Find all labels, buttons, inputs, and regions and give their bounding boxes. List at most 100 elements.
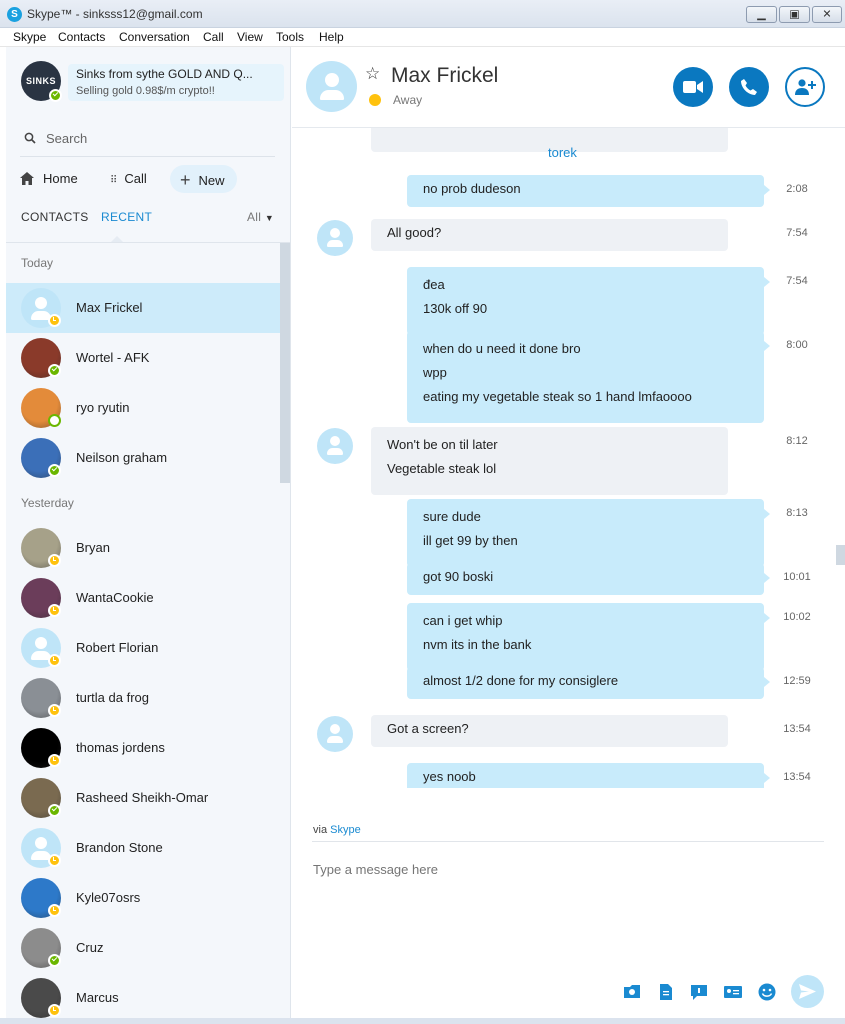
profile-mood: Selling gold 0.98$/m crypto!! xyxy=(76,85,215,97)
message-text: when do u need it done bro xyxy=(423,341,581,356)
minimize-button[interactable]: ▁ xyxy=(746,6,777,23)
contact-row[interactable]: ryo ryutin xyxy=(6,383,280,433)
contact-name: Bryan xyxy=(76,540,110,555)
contact-row[interactable]: Rasheed Sheikh-Omar xyxy=(6,773,280,823)
message-timestamp: 8:12 xyxy=(786,435,808,447)
window-bottom-border xyxy=(0,1018,845,1024)
plus-icon: + xyxy=(180,170,191,190)
message-bubble[interactable]: can i get whip nvm its in the bank xyxy=(407,603,770,671)
message-timestamp: 13:54 xyxy=(783,723,811,735)
menu-contacts[interactable]: Contacts xyxy=(58,30,105,44)
profile-status-online-icon xyxy=(49,89,62,102)
contact-row[interactable]: Cruz xyxy=(6,923,280,973)
message-bubble[interactable]: đea 130k off 90 xyxy=(407,267,770,335)
maximize-icon: ▣ xyxy=(789,8,800,20)
sender-avatar[interactable] xyxy=(317,220,353,256)
message-timestamp: 12:59 xyxy=(783,675,811,687)
close-button[interactable]: ✕ xyxy=(812,6,842,23)
contact-name[interactable]: Max Frickel xyxy=(391,64,498,88)
send-contact-icon[interactable] xyxy=(723,982,743,1002)
home-button[interactable]: Home xyxy=(20,165,78,193)
menu-help[interactable]: Help xyxy=(319,30,344,44)
tabs-divider xyxy=(6,242,290,243)
contact-row[interactable]: Max Frickel xyxy=(6,283,280,333)
audio-call-button[interactable] xyxy=(729,67,769,107)
contact-avatar[interactable] xyxy=(306,61,357,112)
section-yesterday: Yesterday xyxy=(21,496,74,510)
status-away-icon xyxy=(48,314,61,327)
contact-name: Kyle07osrs xyxy=(76,890,141,905)
menu-view[interactable]: View xyxy=(237,30,263,44)
dialpad-icon: ⠿ xyxy=(110,175,117,186)
video-message-icon[interactable] xyxy=(689,982,709,1002)
message-bubble[interactable]: no prob dudeson xyxy=(407,175,770,207)
tab-recent[interactable]: RECENT xyxy=(101,210,152,224)
sidebar-scrollbar[interactable] xyxy=(280,243,290,483)
status-away-icon xyxy=(48,654,61,667)
contact-row[interactable]: thomas jordens xyxy=(6,723,280,773)
via-skype-link[interactable]: Skype xyxy=(330,824,361,836)
sender-avatar[interactable] xyxy=(317,428,353,464)
close-icon: ✕ xyxy=(822,8,832,20)
contact-row[interactable]: WantaCookie xyxy=(6,573,280,623)
call-button[interactable]: ⠿ Call xyxy=(110,165,147,193)
away-status-icon xyxy=(369,94,381,106)
message-timestamp: 2:08 xyxy=(786,183,808,195)
emoticon-icon[interactable] xyxy=(757,982,777,1002)
video-call-button[interactable] xyxy=(673,67,713,107)
contact-name: Neilson graham xyxy=(76,450,168,465)
message-bubble[interactable]: sure dude ill get 99 by then xyxy=(407,499,770,567)
message-text: almost 1/2 done for my consiglere xyxy=(423,673,619,688)
send-file-icon[interactable] xyxy=(656,982,676,1002)
search-box[interactable]: Search xyxy=(20,125,275,157)
message-bubble[interactable]: yes noob xyxy=(407,763,770,788)
contact-name: Rasheed Sheikh-Omar xyxy=(76,790,209,805)
maximize-button[interactable]: ▣ xyxy=(779,6,810,23)
contact-row[interactable]: Bryan xyxy=(6,523,280,573)
message-input[interactable] xyxy=(313,860,793,878)
message-bubble[interactable]: got 90 boski xyxy=(407,563,770,595)
sender-avatar[interactable] xyxy=(317,716,353,752)
contact-name: Max Frickel xyxy=(76,300,143,315)
menu-call[interactable]: Call xyxy=(203,30,224,44)
add-people-button[interactable] xyxy=(785,67,825,107)
message-text: Vegetable steak lol xyxy=(387,461,497,476)
message-text: yes noob xyxy=(423,769,476,784)
message-bubble[interactable]: almost 1/2 done for my consiglere xyxy=(407,667,770,699)
profile-name: Sinks from sythe GOLD AND Q... xyxy=(76,67,253,81)
minimize-icon: ▁ xyxy=(757,8,766,20)
menu-conversation[interactable]: Conversation xyxy=(119,30,190,44)
contact-row[interactable]: Brandon Stone xyxy=(6,823,280,873)
message-bubble[interactable]: when do u need it done bro wpp eating my v… xyxy=(407,331,770,423)
favorite-star-icon[interactable]: ☆ xyxy=(365,64,380,84)
message-bubble[interactable]: Got a screen? xyxy=(371,715,728,747)
contact-row[interactable]: Robert Florian xyxy=(6,623,280,673)
contact-name: turtla da frog xyxy=(76,690,149,705)
message-timestamp: 8:13 xyxy=(786,507,808,519)
profile-mood-box[interactable]: Sinks from sythe GOLD AND Q... Selling g… xyxy=(68,64,284,101)
message-text: All good? xyxy=(387,225,442,240)
send-image-icon[interactable] xyxy=(622,982,642,1002)
menu-tools[interactable]: Tools xyxy=(276,30,304,44)
send-button[interactable] xyxy=(791,975,824,1008)
menu-skype[interactable]: Skype xyxy=(13,30,46,44)
status-online-icon xyxy=(48,804,61,817)
message-text: no prob dudeson xyxy=(423,181,521,196)
message-bubble[interactable]: All good? xyxy=(371,219,728,251)
contact-row[interactable]: Wortel - AFK xyxy=(6,333,280,383)
messages-scrollbar[interactable] xyxy=(836,545,845,565)
contact-row[interactable]: turtla da frog xyxy=(6,673,280,723)
status-away-icon xyxy=(48,1004,61,1017)
contact-row[interactable]: Marcus xyxy=(6,973,280,1023)
message-timestamp: 10:01 xyxy=(783,571,811,583)
filter-dropdown[interactable]: All ▼ xyxy=(247,210,274,224)
new-button[interactable]: + New xyxy=(170,165,237,193)
tab-contacts[interactable]: CONTACTS xyxy=(21,210,89,224)
contact-row[interactable]: Kyle07osrs xyxy=(6,873,280,923)
message-bubble[interactable]: Won't be on til later Vegetable steak lol xyxy=(371,427,728,495)
sidebar: SINKS Sinks from sythe GOLD AND Q... Sel… xyxy=(6,47,291,1024)
contact-row[interactable]: Neilson graham xyxy=(6,433,280,483)
new-label: New xyxy=(198,173,225,188)
chevron-down-icon: ▼ xyxy=(264,213,275,223)
status-offline-icon xyxy=(48,414,61,427)
